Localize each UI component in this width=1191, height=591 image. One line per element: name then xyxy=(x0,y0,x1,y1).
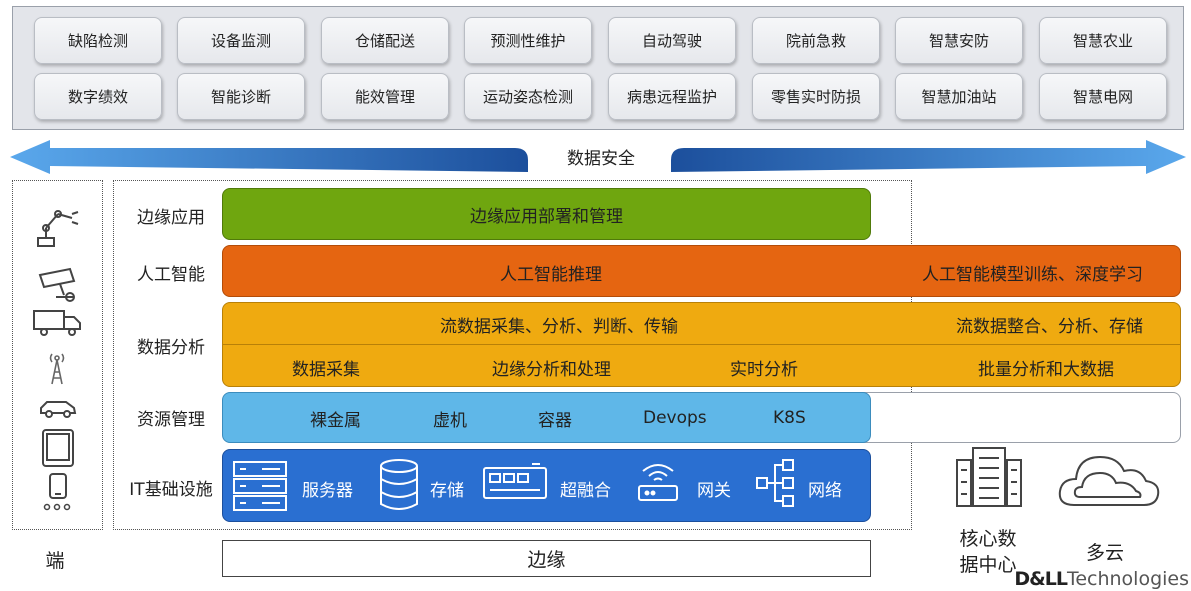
ai-training-text: 人工智能模型训练、深度学习 xyxy=(922,265,1143,285)
stream-edge-text: 流数据采集、分析、判断、传输 xyxy=(440,317,678,337)
gateway-text: 网关 xyxy=(697,481,731,501)
app-button[interactable]: 设备监测 xyxy=(177,17,305,64)
device-label: 端 xyxy=(45,550,65,572)
edge-analysis-text: 边缘分析和处理 xyxy=(492,360,611,380)
truck-icon xyxy=(33,310,81,336)
edge-label-box: 边缘 xyxy=(222,540,871,577)
app-button[interactable]: 智慧农业 xyxy=(1039,17,1167,64)
data-bar-divider xyxy=(222,344,1181,345)
app-button[interactable]: 零售实时防损 xyxy=(752,73,880,120)
row-label-resource: 资源管理 xyxy=(137,409,205,430)
app-button[interactable]: 病患远程监护 xyxy=(608,73,736,120)
signal-tower-icon xyxy=(49,353,65,385)
brand-bold: D&LL xyxy=(1014,568,1068,590)
app-button[interactable]: 能效管理 xyxy=(321,73,449,120)
security-label: 数据安全 xyxy=(567,148,635,169)
more-dots-icon xyxy=(43,503,71,511)
app-button[interactable]: 仓储配送 xyxy=(321,17,449,64)
storage-icon xyxy=(380,459,418,510)
batch-text: 批量分析和大数据 xyxy=(978,360,1114,380)
row-label-data: 数据分析 xyxy=(137,337,205,358)
applications-panel: 缺陷检测 设备监测 仓储配送 预测性维护 自动驾驶 院前急救 智慧安防 智慧农业… xyxy=(12,6,1184,130)
row-label-edge-app: 边缘应用 xyxy=(137,207,205,228)
row-label-ai: 人工智能 xyxy=(137,264,205,285)
app-button[interactable]: 缺陷检测 xyxy=(34,17,162,64)
baremetal-text: 裸金属 xyxy=(310,411,361,431)
car-icon xyxy=(40,401,77,418)
cloud-icon xyxy=(1058,455,1160,506)
app-button[interactable]: 智慧电网 xyxy=(1039,73,1167,120)
datacenter-icon xyxy=(956,447,1022,507)
network-topology-icon xyxy=(756,459,794,507)
edge-app-text: 边缘应用部署和管理 xyxy=(470,206,623,227)
devops-text: Devops xyxy=(643,408,707,428)
container-text: 容器 xyxy=(538,411,572,431)
hci-text: 超融合 xyxy=(560,481,611,501)
row-label-it: IT基础设施 xyxy=(129,479,213,500)
app-button[interactable]: 智能诊断 xyxy=(177,73,305,120)
security-camera-icon xyxy=(38,267,76,302)
server-text: 服务器 xyxy=(302,481,353,501)
app-button[interactable]: 智慧安防 xyxy=(895,17,1023,64)
multicloud-label: 多云 xyxy=(1085,542,1124,564)
app-button[interactable]: 预测性维护 xyxy=(464,17,592,64)
storage-text: 存储 xyxy=(430,481,464,501)
k8s-text: K8S xyxy=(773,408,806,428)
stream-core-text: 流数据整合、分析、存储 xyxy=(956,317,1143,337)
data-collect-text: 数据采集 xyxy=(292,360,360,380)
network-text: 网络 xyxy=(808,481,842,501)
brand-rest: Technologies xyxy=(1066,568,1189,590)
edge-app-bar: 边缘应用部署和管理 xyxy=(222,188,871,240)
app-button[interactable]: 运动姿态检测 xyxy=(464,73,592,120)
edge-label: 边缘 xyxy=(527,549,566,571)
hci-appliance-icon xyxy=(483,463,547,499)
resource-bar-extension xyxy=(862,392,1181,443)
brand-logo: D&LLTechnologies xyxy=(1014,568,1189,590)
ai-inference-text: 人工智能推理 xyxy=(500,265,602,285)
wifi-router-icon xyxy=(638,464,678,501)
app-button[interactable]: 数字绩效 xyxy=(34,73,162,120)
core-label-line1: 核心数 xyxy=(959,528,1017,550)
vm-text: 虚机 xyxy=(433,411,467,431)
robot-arm-icon xyxy=(37,210,79,247)
app-button[interactable]: 智慧加油站 xyxy=(895,73,1023,120)
app-button[interactable]: 自动驾驶 xyxy=(608,17,736,64)
tablet-icon xyxy=(42,429,74,467)
server-icon xyxy=(233,461,287,511)
realtime-text: 实时分析 xyxy=(730,360,798,380)
app-button[interactable]: 院前急救 xyxy=(752,17,880,64)
phone-icon xyxy=(49,473,67,499)
